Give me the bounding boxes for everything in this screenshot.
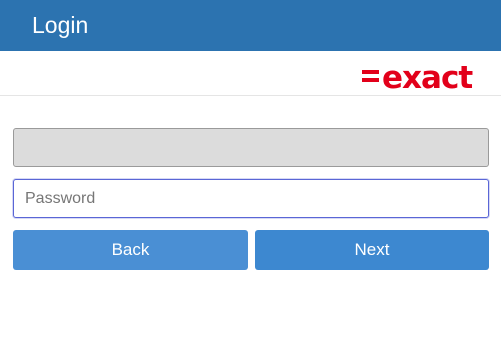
app-header: Login	[0, 0, 501, 51]
svg-text:exact: exact	[382, 60, 473, 90]
next-button[interactable]: Next	[255, 230, 489, 270]
back-button[interactable]: Back	[13, 230, 248, 270]
exact-logo: exact	[362, 60, 474, 90]
password-field[interactable]	[13, 179, 489, 218]
page-title: Login	[32, 12, 89, 38]
username-field[interactable]	[13, 128, 489, 167]
